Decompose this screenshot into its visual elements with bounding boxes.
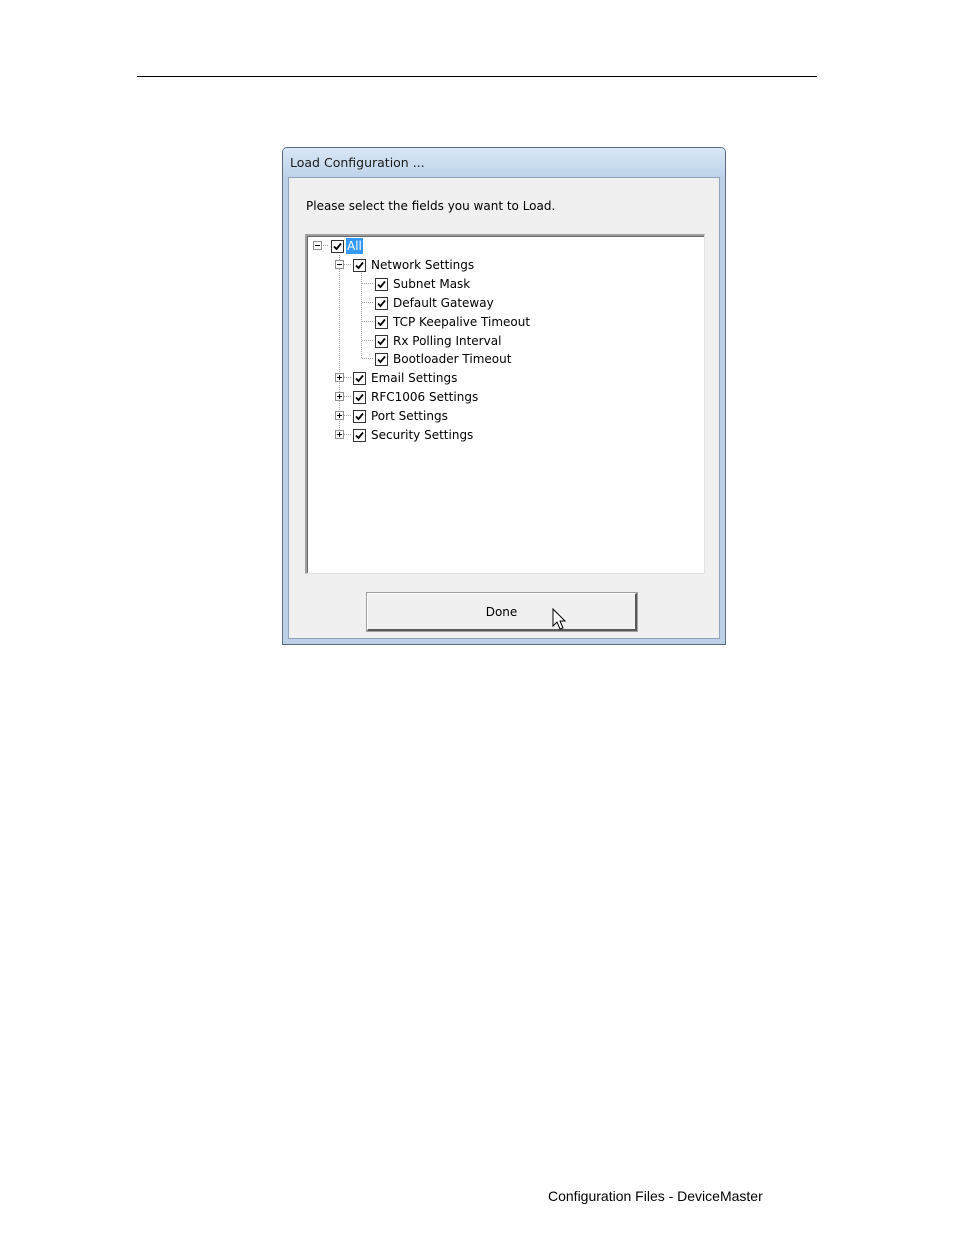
page-footer: Configuration Files - DeviceMaster (548, 1188, 763, 1204)
tree-node-subnet-mask[interactable]: Subnet Mask (375, 275, 471, 293)
tree-label-rx-polling-interval: Rx Polling Interval (393, 334, 502, 348)
checkmark-icon (355, 393, 364, 401)
checkbox-subnet-mask[interactable] (375, 277, 388, 291)
tree-node-security-settings[interactable]: Security Settings (353, 426, 474, 444)
checkbox-rfc1006-settings[interactable] (353, 390, 366, 404)
dialog-client-area: Please select the fields you want to Loa… (288, 177, 720, 639)
tree-label-subnet-mask: Subnet Mask (393, 277, 471, 291)
network-collapse-icon[interactable] (335, 260, 344, 269)
tree-label-default-gateway: Default Gateway (393, 296, 494, 310)
checkmark-icon (355, 374, 364, 382)
tree-label-all: All (346, 238, 363, 254)
checkmark-icon (377, 337, 386, 345)
dialog-prompt: Please select the fields you want to Loa… (306, 199, 556, 213)
checkbox-all[interactable] (331, 239, 344, 253)
checkmark-icon (377, 299, 386, 307)
rfc1006-expand-icon[interactable] (335, 392, 344, 401)
checkbox-rx-polling-interval[interactable] (375, 334, 388, 348)
checkbox-tcp-keepalive-timeout[interactable] (375, 315, 388, 329)
done-button[interactable]: Done (366, 592, 638, 632)
checkbox-port-settings[interactable] (353, 409, 366, 423)
checkmark-icon (377, 280, 386, 288)
email-expand-icon[interactable] (335, 373, 344, 382)
checkbox-email-settings[interactable] (353, 371, 366, 385)
checkmark-icon (355, 431, 364, 439)
checkmark-icon (377, 355, 386, 363)
tree-label-tcp-keepalive-timeout: TCP Keepalive Timeout (393, 315, 531, 329)
mouse-pointer-icon (552, 608, 567, 630)
checkbox-bootloader-timeout[interactable] (375, 352, 388, 366)
tree-label-bootloader-timeout: Bootloader Timeout (393, 352, 512, 366)
load-configuration-dialog: Load Configuration ... Please select the… (282, 147, 726, 645)
tree-node-rfc1006-settings[interactable]: RFC1006 Settings (353, 388, 479, 406)
tree-label-port-settings: Port Settings (371, 409, 448, 423)
header-rule (137, 76, 817, 77)
checkbox-security-settings[interactable] (353, 428, 366, 442)
dialog-titlebar[interactable]: Load Configuration ... (283, 148, 725, 177)
checkmark-icon (377, 318, 386, 326)
tree-label-security-settings: Security Settings (371, 428, 474, 442)
tree-label-network-settings: Network Settings (371, 258, 475, 272)
checkbox-default-gateway[interactable] (375, 296, 388, 310)
tree-node-tcp-keepalive-timeout[interactable]: TCP Keepalive Timeout (375, 313, 531, 331)
tree-node-default-gateway[interactable]: Default Gateway (375, 294, 495, 312)
tree-node-port-settings[interactable]: Port Settings (353, 407, 449, 425)
checkmark-icon (333, 242, 342, 250)
tree-node-all[interactable]: All (331, 237, 363, 255)
tree-label-email-settings: Email Settings (371, 371, 458, 385)
tree-label-rfc1006-settings: RFC1006 Settings (371, 390, 479, 404)
fields-tree[interactable]: All Network Settings Subnet Mask Default… (305, 234, 705, 574)
checkmark-icon (355, 261, 364, 269)
tree-node-rx-polling-interval[interactable]: Rx Polling Interval (375, 332, 502, 350)
dialog-title: Load Configuration ... (290, 155, 425, 170)
security-expand-icon[interactable] (335, 430, 344, 439)
checkbox-network-settings[interactable] (353, 258, 366, 272)
tree-node-bootloader-timeout[interactable]: Bootloader Timeout (375, 350, 512, 368)
root-collapse-icon[interactable] (313, 241, 322, 250)
tree-node-network-settings[interactable]: Network Settings (353, 256, 475, 274)
port-expand-icon[interactable] (335, 411, 344, 420)
checkmark-icon (355, 412, 364, 420)
tree-node-email-settings[interactable]: Email Settings (353, 369, 458, 387)
